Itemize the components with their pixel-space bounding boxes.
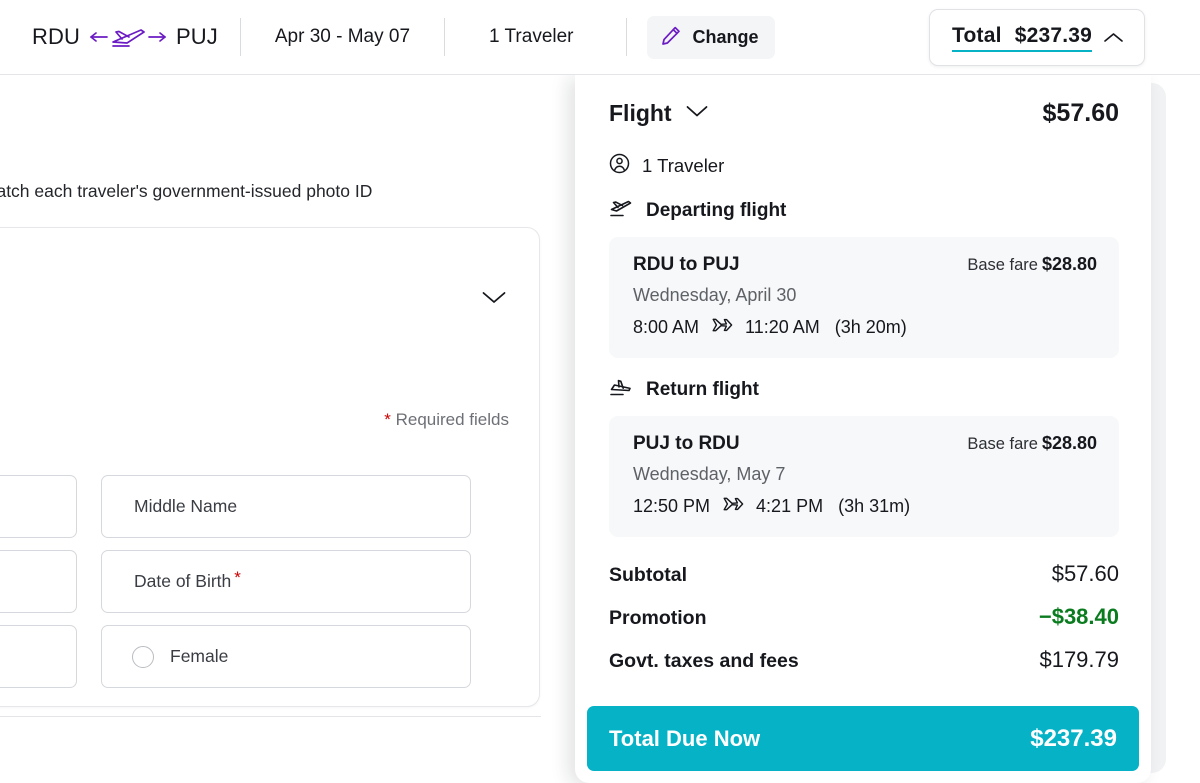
traveler-details-form-area: ails here match each traveler's governme… xyxy=(0,75,600,783)
departing-flight-heading: Departing flight xyxy=(609,199,1119,223)
return-times: 12:50 PM 4:21 PM (3h 31m) xyxy=(633,494,1097,519)
form-row: Date of Birth * xyxy=(0,550,541,613)
summary-traveler-count: 1 Traveler xyxy=(642,155,725,176)
page-subtitle: here match each traveler's government-is… xyxy=(0,181,373,201)
summary-traveler-row: 1 Traveler xyxy=(609,153,1119,179)
required-star: * xyxy=(234,568,241,587)
route-summary: RDU PUJ xyxy=(0,24,240,50)
taxes-value: $179.79 xyxy=(1039,647,1119,672)
form-section-divider xyxy=(0,716,541,717)
form-row: Female xyxy=(0,625,541,688)
gender-male-option[interactable] xyxy=(0,625,77,688)
return-date: Wednesday, May 7 xyxy=(633,464,786,484)
flight-section-price: $57.60 xyxy=(1042,99,1119,127)
subtotal-row: Subtotal $57.60 xyxy=(609,561,1119,587)
checkout-page: RDU PUJ Apr 30 - May 07 1 Traveler Chang… xyxy=(0,0,1200,783)
departing-route: RDU to PUJ xyxy=(633,254,740,275)
taxes-row: Govt. taxes and fees $179.79 xyxy=(609,647,1119,673)
chevron-up-icon xyxy=(1103,31,1124,44)
first-name-input[interactable] xyxy=(0,475,77,538)
header-divider-3 xyxy=(625,18,627,56)
change-button-label: Change xyxy=(692,26,759,47)
total-pill-text: Total $237.39 xyxy=(952,24,1092,52)
trip-summary-header: RDU PUJ Apr 30 - May 07 1 Traveler Chang… xyxy=(0,0,1200,75)
person-circle-icon xyxy=(609,153,630,179)
chevron-down-icon[interactable] xyxy=(481,290,507,310)
required-star: * xyxy=(384,410,391,429)
departing-flight-label: Departing flight xyxy=(646,200,787,221)
flight-section-title: Flight xyxy=(609,100,672,126)
totals-breakdown: Subtotal $57.60 Promotion −$38.40 Govt. … xyxy=(609,561,1119,673)
departing-arrive-time: 11:20 AM xyxy=(745,317,820,337)
total-due-now-value: $237.39 xyxy=(1030,724,1117,752)
total-due-now-bar: Total Due Now $237.39 xyxy=(587,706,1139,771)
return-route: PUJ to RDU xyxy=(633,433,740,454)
departing-times: 8:00 AM 11:20 AM (3h 20m) xyxy=(633,315,1097,340)
gender-female-label: Female xyxy=(170,646,229,666)
traveler-form-card: * Required fields Middle Name Date of Bi… xyxy=(0,227,541,717)
subtotal-label: Subtotal xyxy=(609,564,687,586)
date-of-birth-input[interactable]: Date of Birth * xyxy=(101,550,471,613)
plane-icon xyxy=(710,315,734,340)
total-pill-label: Total xyxy=(952,23,1002,47)
origin-airport-code: RDU xyxy=(32,24,80,49)
return-arrive-time: 4:21 PM xyxy=(756,496,824,516)
departing-base-fare: Base fare $28.80 xyxy=(967,254,1097,274)
name-field-grid: Middle Name Date of Birth * Female xyxy=(0,475,541,700)
flight-section-toggle[interactable]: Flight xyxy=(609,100,709,127)
promotion-value: −$38.40 xyxy=(1038,604,1119,629)
departing-duration: (3h 20m) xyxy=(834,317,907,337)
departing-depart-time: 8:00 AM xyxy=(633,317,700,337)
form-row: Middle Name xyxy=(0,475,541,538)
pencil-icon xyxy=(660,25,682,50)
middle-name-input[interactable]: Middle Name xyxy=(101,475,471,538)
total-due-now-label: Total Due Now xyxy=(609,725,761,751)
return-flight-label: Return flight xyxy=(646,379,759,400)
traveler-count: 1 Traveler xyxy=(489,26,574,47)
plane-icon xyxy=(721,494,745,519)
change-button[interactable]: Change xyxy=(646,15,775,59)
price-summary-panel: Flight $57.60 1 Traveler Departing fligh… xyxy=(575,75,1151,783)
taxes-label: Govt. taxes and fees xyxy=(609,650,799,672)
promotion-row: Promotion −$38.40 xyxy=(609,604,1119,630)
plane-takeoff-icon xyxy=(609,199,633,223)
trip-dates: Apr 30 - May 07 xyxy=(274,26,411,47)
chevron-down-icon[interactable] xyxy=(685,104,709,123)
date-of-birth-label: Date of Birth * xyxy=(134,568,241,591)
plane-landing-icon xyxy=(609,378,633,402)
return-flight-card: PUJ to RDU Base fare $28.80 Wednesday, Ma… xyxy=(609,416,1119,537)
destination-airport-code: PUJ xyxy=(175,24,218,49)
middle-name-label: Middle Name xyxy=(134,496,238,516)
departing-date: Wednesday, April 30 xyxy=(633,285,797,305)
radio-unchecked-icon[interactable] xyxy=(132,645,154,668)
airplane-bidirectional-icon xyxy=(89,24,167,50)
gender-female-option[interactable]: Female xyxy=(101,625,471,688)
return-base-fare: Base fare $28.80 xyxy=(967,433,1097,453)
required-fields-note: * Required fields xyxy=(384,410,509,430)
return-flight-heading: Return flight xyxy=(609,378,1119,402)
total-toggle-pill[interactable]: Total $237.39 xyxy=(929,9,1145,66)
total-pill-amount: $237.39 xyxy=(1014,23,1092,47)
required-fields-label: Required fields xyxy=(395,410,509,429)
summary-header: Flight $57.60 xyxy=(609,99,1119,128)
promotion-label: Promotion xyxy=(609,607,707,629)
return-duration: (3h 31m) xyxy=(838,496,911,516)
subtotal-value: $57.60 xyxy=(1051,561,1119,586)
last-name-input[interactable] xyxy=(0,550,77,613)
departing-flight-card: RDU to PUJ Base fare $28.80 Wednesday, Ap… xyxy=(609,237,1119,358)
return-depart-time: 12:50 PM xyxy=(633,496,711,516)
